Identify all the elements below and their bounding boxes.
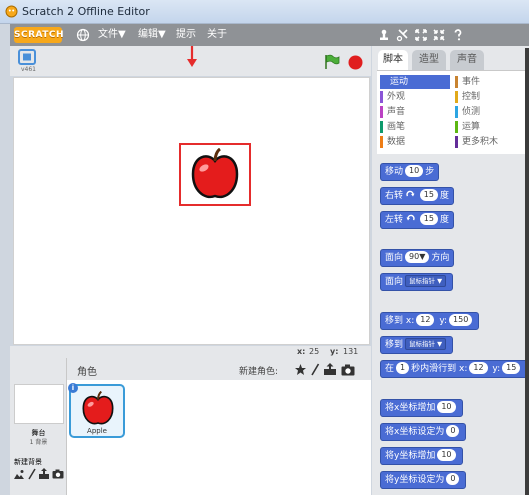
annotation-arrow: [187, 46, 197, 67]
stage-thumbnail[interactable]: [14, 384, 64, 424]
script-area-edge: [525, 48, 529, 495]
mouse-x: 25: [309, 347, 320, 356]
sprite-info-icon[interactable]: i: [68, 383, 78, 393]
category-data[interactable]: 数据: [380, 135, 450, 149]
tab-costumes[interactable]: 造型: [412, 50, 446, 70]
stage-column: 舞台 1 背景 新建背景: [10, 358, 67, 495]
block-change-x[interactable]: 将x坐标增加 10: [380, 399, 463, 417]
category-control[interactable]: 控制: [455, 90, 525, 104]
menu-about[interactable]: 关于: [207, 28, 227, 42]
sprite-header: 角色 新建角色:: [67, 358, 371, 380]
upload-backdrop-icon[interactable]: [38, 468, 50, 480]
block-set-x[interactable]: 将x坐标设定为 0: [380, 423, 467, 441]
new-sprite-label: 新建角色:: [239, 367, 279, 377]
language-globe-icon[interactable]: [76, 28, 90, 42]
category-events[interactable]: 事件: [455, 75, 525, 89]
category-list: 运动 事件 外观 控制 声音 侦测 画笔 运算 数据 更多积木: [377, 70, 529, 154]
stage-canvas[interactable]: [13, 77, 370, 345]
tab-scripts[interactable]: 脚本: [378, 50, 408, 70]
block-change-y[interactable]: 将y坐标增加 10: [380, 447, 463, 465]
green-flag-icon[interactable]: [323, 54, 340, 70]
mouse-y: 131: [343, 347, 359, 356]
sprite-tile-apple[interactable]: i Apple: [68, 383, 125, 438]
block-goto-xy[interactable]: 移到 x: 12 y: 150: [380, 312, 480, 330]
paint-backdrop-icon[interactable]: [13, 469, 25, 480]
backdrop-count: 1 背景: [29, 439, 48, 446]
scratch-cat-icon: [5, 5, 18, 18]
camera-backdrop-icon[interactable]: [52, 469, 64, 479]
block-glide[interactable]: 在 1 秒内滑行到 x: 12 y: 15: [380, 360, 529, 378]
block-turn-left[interactable]: 左转 15 度: [380, 211, 454, 229]
new-backdrop-label: 新建背景: [14, 458, 42, 466]
help-icon[interactable]: [451, 28, 465, 42]
scripts-panel: 脚本 造型 声音 运动 事件 外观 控制 声音 侦测 画笔 运算 数据 更多积木…: [372, 46, 529, 495]
presentation-mode-icon[interactable]: [18, 49, 36, 65]
upload-sprite-icon[interactable]: [323, 363, 337, 376]
block-move-steps[interactable]: 移动 10 步: [380, 163, 440, 181]
block-turn-right[interactable]: 右转 15 度: [380, 187, 454, 205]
category-sound[interactable]: 声音: [380, 105, 450, 119]
block-set-y[interactable]: 将y坐标设定为 0: [380, 471, 467, 489]
sprite-pane: 舞台 1 背景 新建背景 角色 新建角色: i Apple: [10, 358, 371, 495]
draw-backdrop-icon[interactable]: [27, 468, 37, 480]
block-goto[interactable]: 移到 鼠标指针 ▼: [380, 336, 454, 354]
category-pen[interactable]: 画笔: [380, 120, 450, 134]
grow-icon[interactable]: [414, 28, 428, 42]
block-palette: 移动 10 步 右转 15 度 左转 15 度 面向 90▼ 方向 面向 鼠标指针 ▼ 移到 …: [377, 159, 529, 495]
category-operators[interactable]: 运算: [455, 120, 525, 134]
category-looks[interactable]: 外观: [380, 90, 450, 104]
paint-sprite-icon[interactable]: [310, 363, 320, 376]
shrink-icon[interactable]: [432, 28, 446, 42]
duplicate-icon[interactable]: [377, 28, 391, 42]
block-point-towards[interactable]: 面向 鼠标指针 ▼: [380, 273, 454, 291]
sprite-name: Apple: [87, 427, 107, 435]
menu-edit[interactable]: 编辑▼: [138, 28, 166, 42]
sprite-list: i Apple: [67, 380, 371, 495]
window-title: Scratch 2 Offline Editor: [22, 5, 150, 18]
window-titlebar: Scratch 2 Offline Editor: [0, 0, 529, 24]
version-label: v461: [21, 66, 37, 73]
category-motion[interactable]: 运动: [380, 75, 450, 89]
menubar: SCRATCH 文件▼ 编辑▼ 提示 关于: [10, 24, 529, 46]
scratch-logo[interactable]: SCRATCH: [14, 27, 64, 43]
apple-sprite[interactable]: [190, 148, 240, 202]
rotate-clockwise-icon: [406, 190, 415, 197]
category-more-blocks[interactable]: 更多积木: [455, 135, 525, 149]
apple-thumbnail: [82, 391, 114, 425]
block-point-in-direction[interactable]: 面向 90▼ 方向: [380, 249, 455, 267]
rotate-counterclockwise-icon: [406, 214, 415, 221]
cut-icon[interactable]: [396, 28, 410, 42]
sprites-title: 角色: [77, 367, 97, 378]
menu-file[interactable]: 文件▼: [98, 28, 126, 42]
mouse-coords: x: 25 y: 131: [10, 346, 371, 358]
menu-tips[interactable]: 提示: [176, 28, 196, 42]
category-sensing[interactable]: 侦测: [455, 105, 525, 119]
stop-icon[interactable]: [348, 55, 363, 70]
choose-sprite-library-icon[interactable]: [294, 363, 307, 376]
tab-sounds[interactable]: 声音: [450, 50, 484, 70]
camera-sprite-icon[interactable]: [341, 364, 355, 376]
